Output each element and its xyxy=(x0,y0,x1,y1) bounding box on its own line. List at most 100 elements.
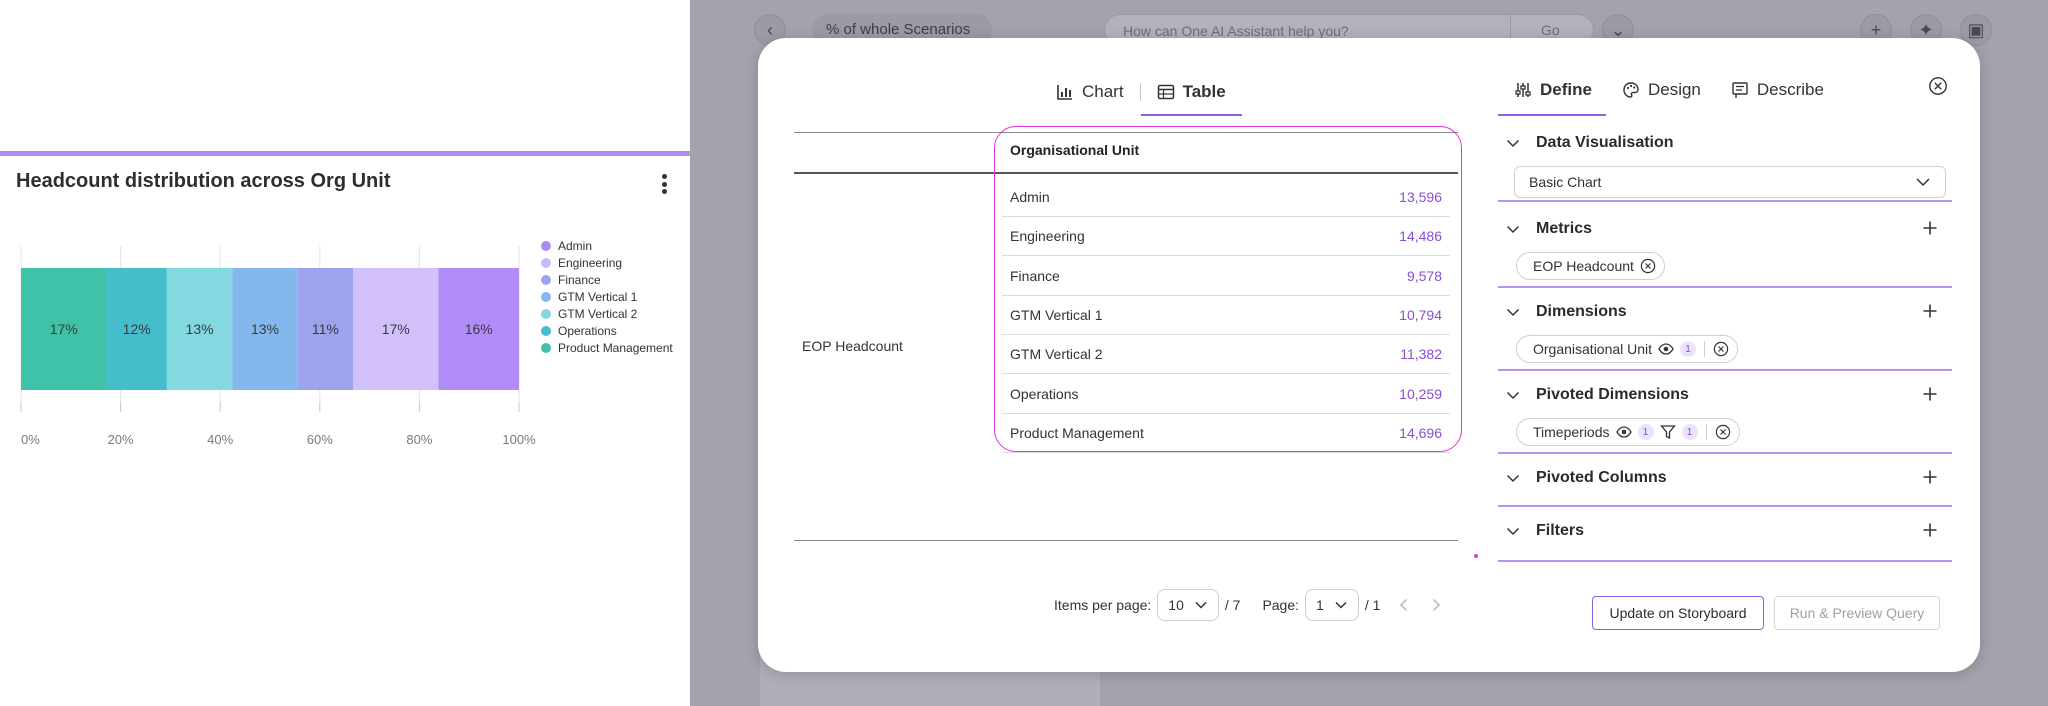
table-row: Admin 13,596 xyxy=(1002,178,1450,217)
section-filters: Filters xyxy=(1498,520,1952,562)
run-preview-query-button[interactable]: Run & Preview Query xyxy=(1774,596,1940,630)
legend-swatch xyxy=(541,241,551,251)
section-title: Data Visualisation xyxy=(1536,134,1674,151)
table-row: Finance 9,578 xyxy=(1002,257,1450,296)
remove-icon[interactable] xyxy=(1715,424,1731,440)
legend-label[interactable]: Engineering xyxy=(558,256,622,270)
eye-icon[interactable] xyxy=(1615,424,1632,440)
add-dimension-icon[interactable] xyxy=(1922,303,1938,319)
section-header[interactable]: Dimensions xyxy=(1498,301,1952,323)
add-pivoted-dimension-icon[interactable] xyxy=(1922,386,1938,402)
bar-data-label: 13% xyxy=(186,321,214,337)
chevron-down-icon xyxy=(1506,308,1520,317)
section-metrics: Metrics EOP Headcount xyxy=(1498,218,1952,288)
pivoted-dimension-chip[interactable]: Timeperiods 1 1 xyxy=(1516,418,1740,446)
tab-chart[interactable]: Chart xyxy=(1040,72,1140,112)
table-row-label: Engineering xyxy=(1010,228,1085,245)
remove-icon[interactable] xyxy=(1640,258,1656,274)
chevron-down-icon xyxy=(1506,474,1520,483)
table-row-label: Admin xyxy=(1010,189,1050,205)
chevron-down-icon xyxy=(1195,601,1207,609)
table-row-value: 10,794 xyxy=(1399,306,1442,323)
table-column-header[interactable]: Organisational Unit xyxy=(1010,142,1139,158)
sliders-icon xyxy=(1515,83,1531,97)
widget-panel: Headcount distribution across Org Unit 0… xyxy=(0,0,690,706)
metric-chip[interactable]: EOP Headcount xyxy=(1516,252,1665,280)
tab-define[interactable]: Define xyxy=(1498,68,1606,116)
legend-swatch xyxy=(541,326,551,336)
legend-label[interactable]: GTM Vertical 2 xyxy=(558,307,638,321)
table-row-label: Operations xyxy=(1010,385,1079,402)
legend-label[interactable]: GTM Vertical 1 xyxy=(558,290,638,304)
tab-design[interactable]: Design xyxy=(1606,68,1715,112)
visibility-count-badge: 1 xyxy=(1637,424,1654,440)
dimension-chip[interactable]: Organisational Unit 1 xyxy=(1516,335,1739,363)
table-header-border xyxy=(794,172,1458,174)
bar-data-label: 12% xyxy=(123,321,151,337)
close-icon[interactable] xyxy=(1928,76,1948,96)
page-label: Page: xyxy=(1262,597,1300,613)
table-row: Operations 10,259 xyxy=(1002,375,1450,414)
table-row-value: 13,596 xyxy=(1399,189,1442,205)
section-title: Pivoted Columns xyxy=(1536,469,1667,486)
legend-swatch xyxy=(541,309,551,319)
widget-title: Headcount distribution across Org Unit xyxy=(16,170,391,192)
table-row-value: 9,578 xyxy=(1406,267,1442,284)
section-title: Metrics xyxy=(1536,220,1593,237)
section-header[interactable]: Pivoted Dimensions xyxy=(1498,384,1952,406)
table-row: GTM Vertical 2 11,382 xyxy=(1002,335,1450,375)
page-total: / 1 xyxy=(1364,597,1381,613)
visibility-count-badge: 1 xyxy=(1680,341,1697,357)
tab-describe[interactable]: Describe xyxy=(1715,68,1838,112)
x-tick-label: 20% xyxy=(108,432,134,447)
legend-label[interactable]: Admin xyxy=(558,239,592,253)
chevron-down-icon xyxy=(1335,601,1347,609)
section-pivoted-dimensions: Pivoted Dimensions Timeperiods 1 1 xyxy=(1498,384,1952,454)
page-select[interactable]: 1 xyxy=(1305,589,1359,621)
palette-icon xyxy=(1623,82,1639,98)
bar-data-label: 17% xyxy=(382,321,410,337)
section-header[interactable]: Data Visualisation xyxy=(1498,132,1952,154)
tab-table[interactable]: Table xyxy=(1140,72,1242,116)
section-header[interactable]: Pivoted Columns xyxy=(1498,467,1952,489)
table-row-dimension: EOP Headcount xyxy=(802,338,903,354)
items-per-page-select[interactable]: 10 xyxy=(1157,589,1219,621)
edit-visual-modal: Chart Table Organisational Unit EOP Head… xyxy=(758,38,1980,672)
dimension-chip-label: Organisational Unit xyxy=(1533,341,1653,357)
section-dimensions: Dimensions Organisational Unit 1 xyxy=(1498,301,1952,371)
pagination: Items per page: 10 / 7 Page: 1 / 1 xyxy=(1054,588,1444,622)
chevron-left-icon[interactable] xyxy=(1396,597,1412,613)
tab-chart-label: Chart xyxy=(1082,82,1124,101)
add-pivoted-column-icon[interactable] xyxy=(1922,469,1938,485)
legend-swatch xyxy=(541,292,551,302)
visualisation-type-select[interactable]: Basic Chart xyxy=(1514,166,1946,198)
filter-icon[interactable] xyxy=(1659,424,1676,440)
legend-label[interactable]: Finance xyxy=(558,273,601,287)
section-title: Dimensions xyxy=(1536,303,1627,320)
chevron-down-icon xyxy=(1916,178,1930,187)
items-total: / 7 xyxy=(1224,597,1241,613)
chevron-right-icon[interactable] xyxy=(1428,597,1444,613)
update-on-storyboard-button[interactable]: Update on Storyboard xyxy=(1592,596,1764,630)
table-row-value: 11,382 xyxy=(1400,346,1442,363)
remove-icon[interactable] xyxy=(1713,341,1729,357)
section-header[interactable]: Filters xyxy=(1498,520,1952,542)
legend-swatch xyxy=(541,275,551,285)
table-row: Product Management 14,696 xyxy=(1002,414,1450,453)
add-metric-icon[interactable] xyxy=(1922,220,1938,236)
eye-icon[interactable] xyxy=(1658,341,1674,357)
chevron-down-icon xyxy=(1506,225,1520,234)
section-header[interactable]: Metrics xyxy=(1498,218,1952,240)
kebab-menu-icon[interactable] xyxy=(656,172,672,196)
table-row: GTM Vertical 1 10,794 xyxy=(1002,296,1450,335)
bar-data-label: 13% xyxy=(251,321,279,337)
legend-label[interactable]: Operations xyxy=(558,324,617,338)
legend-label[interactable]: Product Management xyxy=(558,341,673,355)
add-filter-icon[interactable] xyxy=(1922,522,1938,538)
pivoted-dimension-chip-label: Timeperiods xyxy=(1533,424,1610,440)
metric-chip-label: EOP Headcount xyxy=(1533,258,1634,274)
section-title: Filters xyxy=(1536,522,1585,539)
table-row-label: Product Management xyxy=(1010,424,1144,441)
bar-chart-icon xyxy=(1057,85,1072,100)
visualisation-type-value: Basic Chart xyxy=(1529,174,1602,190)
